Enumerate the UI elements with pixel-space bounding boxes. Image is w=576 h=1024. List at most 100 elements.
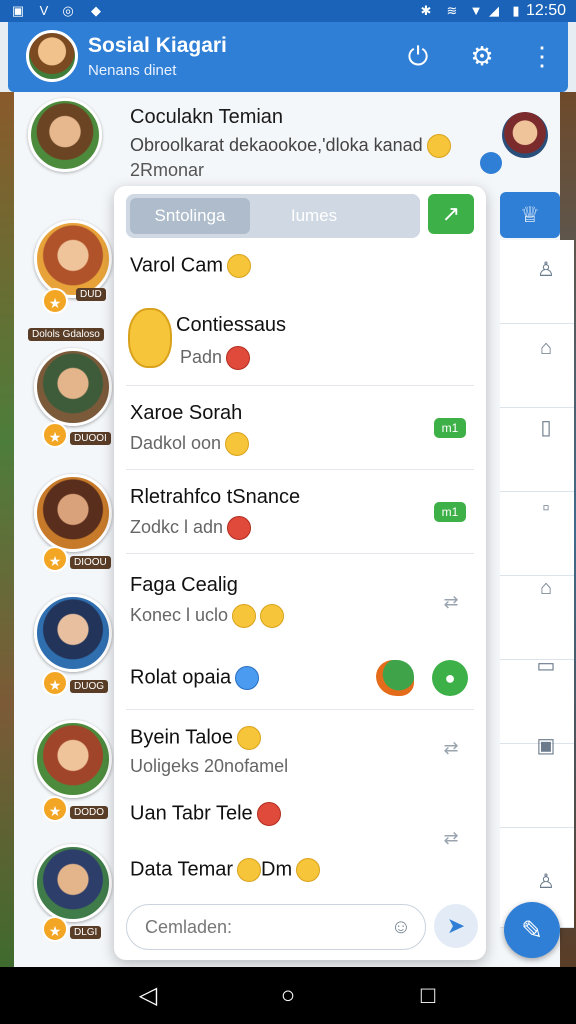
avatar[interactable] — [34, 594, 112, 672]
emoji-icon — [256, 802, 281, 826]
list-item[interactable]: Coculakn Temian Obroolkarat dekaookoe,'d… — [14, 92, 560, 192]
power-icon[interactable]: ⏻ — [402, 40, 434, 72]
more-vert-icon[interactable]: ⋮ — [526, 40, 558, 72]
vibrate-icon: ≋ — [446, 3, 458, 18]
system-nav-bar: ◁ ○ □ — [0, 967, 576, 1024]
contact-name: Data Temar Dm — [130, 858, 321, 882]
red-emoji-icon — [226, 346, 251, 370]
last-message: Padn — [180, 346, 251, 370]
contact-name: Coculakn Temian — [130, 106, 284, 128]
crown-button[interactable]: ♕ — [500, 192, 560, 238]
list-item[interactable]: Faga Cealig Konec l uclo ⇄ — [114, 554, 486, 644]
swap-arrows-icon[interactable]: ⇄ — [434, 590, 468, 614]
user-icon[interactable]: ♙ — [528, 864, 564, 900]
compose-fab[interactable]: ✎ — [504, 902, 560, 958]
contact-name: Rolat opaia — [130, 666, 260, 690]
last-message-line2: 2Rmonar — [130, 160, 205, 180]
smile-emoji-icon — [237, 858, 262, 882]
book-icon[interactable]: ▯ — [528, 410, 564, 446]
tab-primary[interactable]: Sntolinga — [130, 198, 250, 234]
star-badge-icon: ★ — [42, 670, 68, 696]
status-bar: ▣ V ◎ ◆ ✱ ≋ ▼ ◢ ▮ 12:50 — [0, 0, 576, 22]
avatar[interactable] — [34, 720, 112, 798]
list-item[interactable]: Contiessaus Padn — [114, 294, 486, 386]
avatar[interactable] — [34, 474, 112, 552]
contact-name: Contiessaus — [176, 314, 287, 336]
message-placeholder: Cemladen: — [145, 917, 233, 937]
chat-icon[interactable]: ▭ — [528, 648, 564, 684]
list-item[interactable]: Data Temar Dm — [114, 850, 486, 898]
avatar-label: DLGI — [70, 926, 102, 939]
avatar-label: DUOOI — [70, 432, 111, 445]
avatar[interactable] — [34, 348, 112, 426]
signal-icon: ◢ — [489, 3, 499, 18]
last-message: Konec l uclo — [130, 604, 285, 628]
chat-bubble-icon[interactable]: ● — [432, 660, 468, 696]
star-badge-icon: ★ — [42, 546, 68, 572]
photo-icon: ▣ — [11, 3, 25, 18]
unread-badge: m1 — [434, 502, 466, 522]
avatar-label: DODO — [70, 806, 108, 819]
avatar-label: Dolols Gdaloso — [28, 328, 104, 341]
bird-icon — [376, 660, 414, 696]
contact-name: Xaroe Sorah — [130, 402, 243, 424]
tab-secondary[interactable]: Iumes — [254, 198, 374, 234]
avatar[interactable] — [34, 844, 112, 922]
sticker-icon[interactable]: ☺ — [387, 913, 415, 941]
recents-icon[interactable]: □ — [412, 981, 444, 1011]
last-message: Dadkol oon — [130, 432, 250, 456]
contact-name: Rletrahfco tSnance — [130, 486, 301, 508]
avatar[interactable] — [34, 220, 112, 298]
message-input[interactable]: Cemladen: ☺ — [126, 904, 426, 950]
avatar — [28, 98, 102, 172]
background-art — [0, 92, 14, 967]
smile-emoji-icon — [225, 432, 250, 456]
badge-icon: ◆ — [91, 3, 101, 18]
gear-icon[interactable]: ⚙ — [466, 40, 498, 72]
contact-name: Uan Tabr Tele — [130, 802, 281, 826]
contact-name: Faga Cealig — [130, 574, 238, 596]
home-icon[interactable]: ⌂ — [528, 330, 564, 366]
user-icon[interactable]: ♙ — [528, 252, 564, 288]
red-emoji-icon — [227, 516, 252, 540]
window-icon[interactable]: ▣ — [528, 728, 564, 764]
smile-emoji-icon — [260, 604, 285, 628]
app-bar: Sosial Kiagari Nenans dinet ⏻ ⚙ ⋮ — [8, 22, 568, 92]
app-subtitle: Nenans dinet — [88, 62, 177, 79]
send-button[interactable]: ➤ — [434, 904, 478, 948]
window-icon[interactable]: ▫ — [528, 490, 564, 526]
clock: 12:50 — [525, 2, 566, 19]
home-icon[interactable]: ⌂ — [528, 570, 564, 606]
list-item[interactable]: Varol Cam — [114, 242, 486, 294]
last-message: Zodkc l adn — [130, 516, 252, 540]
avatar-label: DIOOU — [70, 556, 111, 569]
app-title: Sosial Kiagari — [88, 34, 227, 57]
contact-name: Byein Taloe — [130, 726, 262, 750]
list-item[interactable]: Xaroe Sorah Dadkol oon m1 — [114, 386, 486, 470]
v-icon: V — [39, 3, 49, 18]
list-item[interactable]: Byein Taloe Uoligeks 20nofamel ⇄ — [114, 710, 486, 790]
segmented-tabs: Sntolinga Iumes — [126, 194, 420, 238]
list-item[interactable]: Rolat opaia ● — [114, 644, 486, 710]
conversation-popup: Sntolinga Iumes ↗ Varol Cam Contiessaus … — [114, 186, 486, 960]
star-badge-icon: ★ — [42, 916, 68, 942]
battery-icon: ▮ — [512, 3, 520, 18]
trending-button[interactable]: ↗ — [428, 194, 474, 234]
list-item[interactable]: Uan Tabr Tele ⇄ — [114, 790, 486, 850]
list-item[interactable]: Rletrahfco tSnance Zodkc l adn m1 — [114, 470, 486, 554]
info-emoji-icon — [235, 666, 260, 690]
swap-arrows-icon[interactable]: ⇄ — [434, 736, 468, 760]
unread-badge: m1 — [434, 418, 466, 438]
star-badge-icon: ★ — [42, 796, 68, 822]
profile-avatar[interactable] — [26, 30, 78, 82]
swap-arrows-icon[interactable]: ⇄ — [434, 826, 468, 850]
star-badge-icon: ★ — [42, 288, 68, 314]
home-icon[interactable]: ○ — [272, 981, 304, 1011]
star-badge-icon: ★ — [42, 422, 68, 448]
last-message: Obroolkarat dekaookoe,'dloka kanad — [130, 134, 451, 158]
bluetooth-icon: ✱ — [420, 3, 432, 18]
shield-icon: ◎ — [62, 3, 74, 18]
back-icon[interactable]: ◁ — [132, 981, 164, 1011]
smile-emoji-icon — [237, 726, 262, 750]
smile-emoji-icon — [296, 858, 321, 882]
